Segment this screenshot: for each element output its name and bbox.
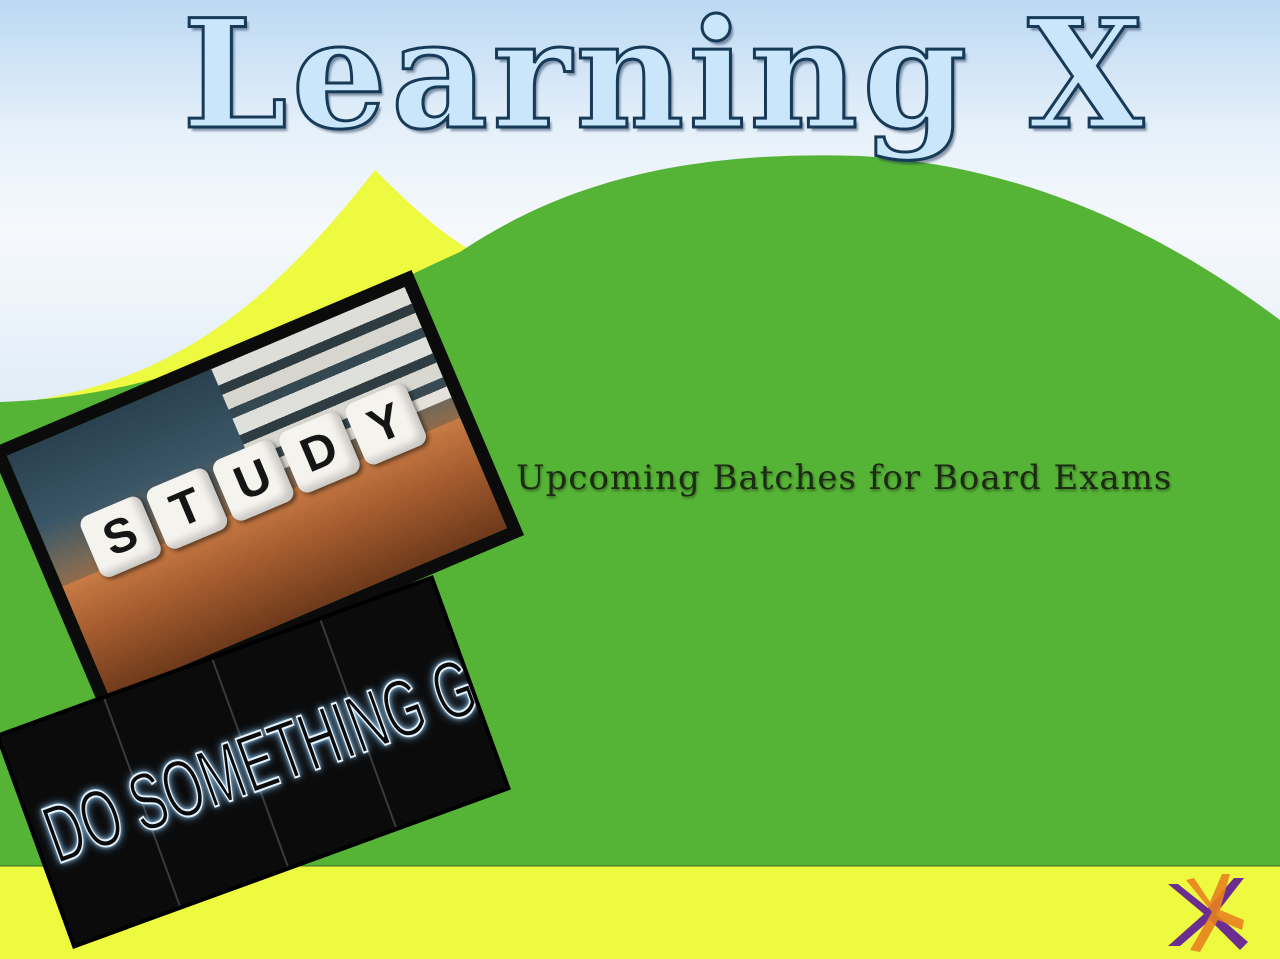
slide: Learning X S T U D Y DO SOMETHING GREAT … [0,0,1280,959]
subtitle: Upcoming Batches for Board Exams [516,458,1173,498]
x-logo-icon [1168,874,1248,952]
page-title: Learning X [181,0,1148,163]
neon-text: DO SOMETHING GREAT [31,595,511,882]
